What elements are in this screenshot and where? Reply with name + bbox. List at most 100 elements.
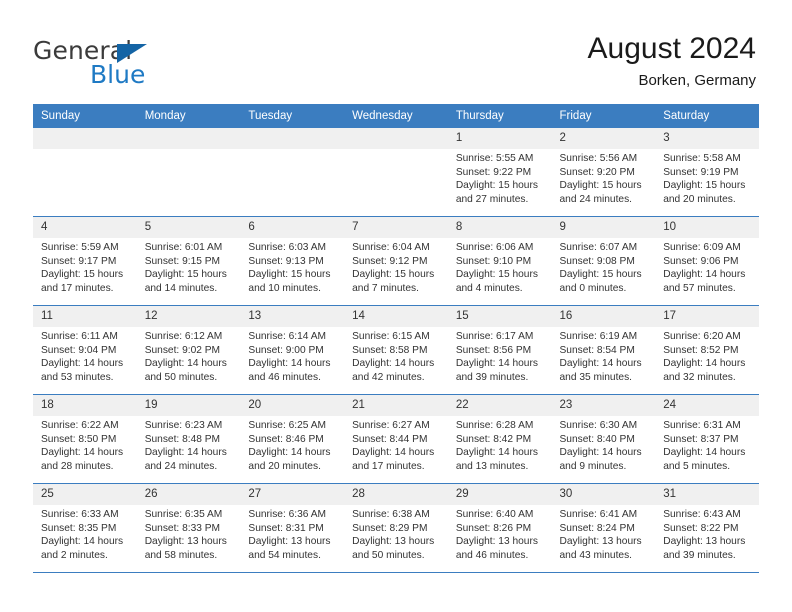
day-number: 31 [655,484,759,505]
calendar-day-cell-empty [240,128,345,217]
calendar-day-cell[interactable]: 26 Sunrise: 6:35 AM Sunset: 8:33 PM Dayligh… [136,483,241,573]
calendar-page: General Blue August 2024 Borken, Germany… [0,0,792,612]
day-number: 18 [33,395,137,416]
calendar-day-cell[interactable]: 1 Sunrise: 5:55 AM Sunset: 9:22 PM Daylight… [447,128,552,217]
sunrise-time: Sunrise: 6:38 AM [352,509,430,520]
sun-info: Sunrise: 6:36 AM Sunset: 8:31 PM Daylight:… [240,505,344,562]
sunset-time: Sunset: 8:31 PM [248,522,324,534]
daylight-line-2: and 24 minutes. [144,460,218,472]
day-number: 21 [344,395,448,416]
calendar-day-cell[interactable]: 12 Sunrise: 6:12 AM Sunset: 9:02 PM Dayligh… [136,305,241,395]
calendar-day-cell[interactable]: 19 Sunrise: 6:23 AM Sunset: 8:48 PM Dayligh… [136,394,241,484]
calendar-day-cell[interactable]: 28 Sunrise: 6:38 AM Sunset: 8:29 PM Dayligh… [344,483,448,573]
sunset-time: Sunset: 9:08 PM [559,255,635,267]
calendar-day-cell[interactable]: 8 Sunrise: 6:06 AM Sunset: 9:10 PM Daylight… [447,216,552,306]
day-number: 24 [655,395,759,416]
sun-info: Sunrise: 6:15 AM Sunset: 8:58 PM Daylight:… [344,327,448,384]
calendar-day-cell[interactable]: 11 Sunrise: 6:11 AM Sunset: 9:04 PM Dayligh… [33,305,137,395]
calendar-day-cell[interactable]: 25 Sunrise: 6:33 AM Sunset: 8:35 PM Dayligh… [33,483,137,573]
calendar-day-cell[interactable]: 13 Sunrise: 6:14 AM Sunset: 9:00 PM Dayligh… [240,305,345,395]
day-cell-inner: 10 Sunrise: 6:09 AM Sunset: 9:06 PM Dayligh… [655,217,759,305]
calendar-day-cell[interactable]: 27 Sunrise: 6:36 AM Sunset: 8:31 PM Dayligh… [240,483,345,573]
sunrise-time: Sunrise: 6:07 AM [559,242,638,253]
calendar-week-row: 4 Sunrise: 5:59 AM Sunset: 9:17 PM Daylight… [33,216,759,306]
sun-info: Sunrise: 6:19 AM Sunset: 8:54 PM Daylight:… [552,327,656,384]
calendar-day-cell[interactable]: 16 Sunrise: 6:19 AM Sunset: 8:54 PM Dayligh… [551,305,656,395]
day-number: 4 [33,217,137,238]
daylight-line-2: and 35 minutes. [559,371,633,383]
calendar-day-cell[interactable]: 31 Sunrise: 6:43 AM Sunset: 8:22 PM Dayligh… [655,483,759,573]
calendar-header-row: Sunday Monday Tuesday Wednesday Thursday… [33,104,759,128]
day-cell-inner: 11 Sunrise: 6:11 AM Sunset: 9:04 PM Dayligh… [33,306,137,394]
calendar-day-cell[interactable]: 9 Sunrise: 6:07 AM Sunset: 9:08 PM Daylight… [551,216,656,306]
day-cell-inner [136,128,241,216]
calendar-day-cell[interactable]: 2 Sunrise: 5:56 AM Sunset: 9:20 PM Daylight… [551,128,656,217]
daylight-line-1: Daylight: 13 hours [559,536,642,548]
sun-info: Sunrise: 6:41 AM Sunset: 8:24 PM Daylight:… [552,505,656,562]
calendar-week-row: 1 Sunrise: 5:55 AM Sunset: 9:22 PM Daylight… [33,128,759,217]
calendar-day-cell[interactable]: 29 Sunrise: 6:40 AM Sunset: 8:26 PM Dayligh… [447,483,552,573]
daylight-line-1: Daylight: 13 hours [248,536,331,548]
calendar-day-cell[interactable]: 15 Sunrise: 6:17 AM Sunset: 8:56 PM Dayligh… [447,305,552,395]
day-cell-inner [33,128,137,216]
day-number: 15 [447,306,552,327]
sunrise-time: Sunrise: 6:31 AM [663,420,741,431]
calendar-day-cell[interactable]: 20 Sunrise: 6:25 AM Sunset: 8:46 PM Dayligh… [240,394,345,484]
day-cell-inner: 8 Sunrise: 6:06 AM Sunset: 9:10 PM Daylight… [447,217,552,305]
calendar-day-cell[interactable]: 22 Sunrise: 6:28 AM Sunset: 8:42 PM Dayligh… [447,394,552,484]
day-cell-inner: 23 Sunrise: 6:30 AM Sunset: 8:40 PM Dayligh… [551,395,656,483]
daylight-line-1: Daylight: 14 hours [455,358,538,370]
sunset-time: Sunset: 9:00 PM [248,344,324,356]
calendar-day-cell[interactable]: 5 Sunrise: 6:01 AM Sunset: 9:15 PM Daylight… [136,216,241,306]
daylight-line-2: and 57 minutes. [663,282,736,294]
day-number: 9 [551,217,656,238]
day-number: 12 [136,306,241,327]
calendar-day-cell[interactable]: 21 Sunrise: 6:27 AM Sunset: 8:44 PM Dayligh… [344,394,448,484]
sunrise-time: Sunrise: 6:33 AM [41,509,119,520]
daylight-line-2: and 43 minutes. [559,549,633,561]
calendar-day-cell[interactable]: 17 Sunrise: 6:20 AM Sunset: 8:52 PM Dayligh… [655,305,759,395]
sunset-time: Sunset: 9:10 PM [455,255,532,267]
page-title: August 2024 [587,32,756,65]
calendar-day-cell[interactable]: 4 Sunrise: 5:59 AM Sunset: 9:17 PM Daylight… [33,216,137,306]
calendar-table: Sunday Monday Tuesday Wednesday Thursday… [33,104,759,573]
daylight-line-2: and 58 minutes. [144,549,218,561]
sun-info: Sunrise: 6:40 AM Sunset: 8:26 PM Daylight:… [448,505,552,562]
sun-info: Sunrise: 6:38 AM Sunset: 8:29 PM Daylight:… [344,505,448,562]
sunrise-time: Sunrise: 6:20 AM [663,331,741,342]
day-number: 26 [136,484,241,505]
calendar-day-cell[interactable]: 3 Sunrise: 5:58 AM Sunset: 9:19 PM Daylight… [655,128,759,217]
day-number: 13 [240,306,345,327]
daylight-line-2: and 7 minutes. [352,282,419,294]
sunrise-time: Sunrise: 5:58 AM [663,153,741,164]
calendar-day-cell[interactable]: 14 Sunrise: 6:15 AM Sunset: 8:58 PM Dayligh… [344,305,448,395]
calendar-day-cell[interactable]: 6 Sunrise: 6:03 AM Sunset: 9:13 PM Daylight… [240,216,345,306]
sunset-time: Sunset: 8:46 PM [248,433,324,445]
page-header: General Blue August 2024 Borken, Germany [0,0,792,104]
daylight-line-1: Daylight: 13 hours [455,536,538,548]
brand-logo[interactable]: General Blue [33,36,253,89]
calendar-day-cell[interactable]: 7 Sunrise: 6:04 AM Sunset: 9:12 PM Daylight… [344,216,448,306]
calendar-day-cell[interactable]: 10 Sunrise: 6:09 AM Sunset: 9:06 PM Dayligh… [655,216,759,306]
sunset-time: Sunset: 8:35 PM [41,522,117,534]
daylight-line-2: and 53 minutes. [41,371,114,383]
calendar-day-cell[interactable]: 23 Sunrise: 6:30 AM Sunset: 8:40 PM Dayligh… [551,394,656,484]
calendar-day-cell[interactable]: 30 Sunrise: 6:41 AM Sunset: 8:24 PM Dayligh… [551,483,656,573]
calendar-day-cell[interactable]: 18 Sunrise: 6:22 AM Sunset: 8:50 PM Dayligh… [33,394,137,484]
sunrise-time: Sunrise: 6:28 AM [455,420,534,431]
day-cell-inner: 13 Sunrise: 6:14 AM Sunset: 9:00 PM Dayligh… [240,306,345,394]
day-cell-inner: 27 Sunrise: 6:36 AM Sunset: 8:31 PM Dayligh… [240,484,345,572]
sunset-time: Sunset: 8:37 PM [663,433,739,445]
day-cell-inner: 25 Sunrise: 6:33 AM Sunset: 8:35 PM Dayligh… [33,484,137,572]
sun-info: Sunrise: 6:07 AM Sunset: 9:08 PM Daylight:… [552,238,656,295]
day-number: 27 [240,484,345,505]
day-cell-inner: 6 Sunrise: 6:03 AM Sunset: 9:13 PM Daylight… [240,217,345,305]
page-subtitle: Borken, Germany [638,72,756,89]
sunset-time: Sunset: 8:22 PM [663,522,739,534]
day-cell-inner: 21 Sunrise: 6:27 AM Sunset: 8:44 PM Dayligh… [344,395,448,483]
calendar-day-cell[interactable]: 24 Sunrise: 6:31 AM Sunset: 8:37 PM Dayligh… [655,394,759,484]
day-cell-inner: 16 Sunrise: 6:19 AM Sunset: 8:54 PM Dayligh… [551,306,656,394]
day-cell-inner [344,128,448,216]
sun-info: Sunrise: 6:25 AM Sunset: 8:46 PM Daylight:… [240,416,344,473]
sunrise-time: Sunrise: 6:15 AM [352,331,430,342]
